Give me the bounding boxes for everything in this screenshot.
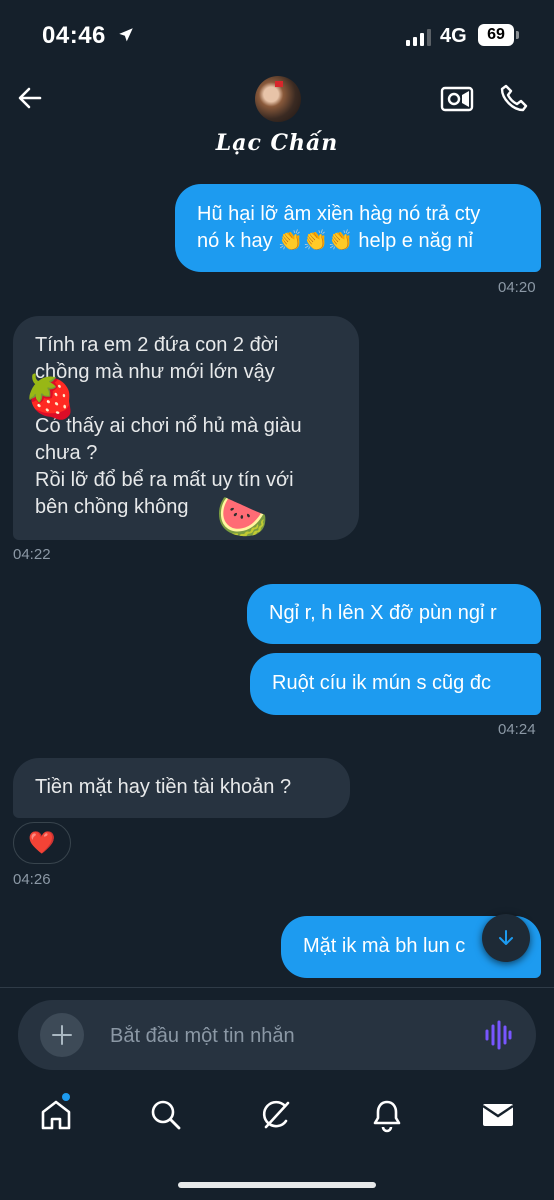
battery-level: 69 <box>478 24 514 46</box>
message-bubble-received[interactable]: Tiền mặt hay tiền tài khoản ? <box>13 758 350 818</box>
home-notification-dot <box>62 1093 70 1101</box>
battery-tip <box>516 31 519 39</box>
message-bubble-sent[interactable]: Hũ hại lỡ âm xiền hàg nó trả cty nó k ha… <box>175 184 541 272</box>
message-line: chưa ? <box>35 442 98 464</box>
notifications-icon[interactable] <box>369 1097 405 1133</box>
messages-icon[interactable] <box>480 1097 516 1133</box>
status-bar: 04:46 4G 69 <box>0 0 554 70</box>
message-timestamp: 04:24 <box>498 721 536 738</box>
message-bubble-sent[interactable]: Ruột cíu ik mún s cũg đc <box>250 653 541 715</box>
phone-call-icon[interactable] <box>498 82 530 114</box>
message-line: Rồi lỡ đổ bể ra mất uy tín với <box>35 469 294 491</box>
message-line: ? <box>35 388 47 410</box>
strawberry-sticker: 🍓 <box>24 373 77 420</box>
add-media-button[interactable] <box>40 1013 84 1057</box>
search-icon[interactable] <box>148 1097 184 1133</box>
contact-avatar[interactable] <box>255 76 301 122</box>
message-timestamp: 04:22 <box>13 546 51 563</box>
home-indicator <box>178 1182 376 1188</box>
voice-message-icon[interactable] <box>484 1019 512 1051</box>
message-line: Tính ra em 2 đứa con 2 đời <box>35 334 279 356</box>
grok-icon[interactable] <box>258 1097 294 1133</box>
scroll-to-bottom-button[interactable] <box>482 914 530 962</box>
home-icon[interactable] <box>38 1097 74 1133</box>
message-line: Tiền mặt hay tiền tài khoản ? <box>35 776 292 798</box>
message-line: bên chồng không <box>35 496 189 518</box>
message-input[interactable] <box>110 1022 450 1050</box>
message-line: nó k hay 👏👏👏 help e năg nỉ <box>197 230 473 252</box>
heart-reaction[interactable]: ❤️ <box>13 822 71 864</box>
message-line: Hũ hại lỡ âm xiền hàg nó trả cty <box>197 203 481 225</box>
conversation-header: Lạc Chấn <box>0 70 554 170</box>
contact-name[interactable]: Lạc Chấn <box>0 130 554 156</box>
network-type: 4G <box>440 25 467 47</box>
message-timestamp: 04:26 <box>13 871 51 888</box>
watermelon-sticker: 🍉 <box>216 493 269 540</box>
signal-icon <box>406 28 431 46</box>
message-line: Ngỉ r, h lên X đỡ pùn ngỉ r <box>269 602 497 624</box>
message-line: Ruột cíu ik mún s cũg đc <box>272 672 491 694</box>
message-bubble-sent[interactable]: Ngỉ r, h lên X đỡ pùn ngỉ r <box>247 584 541 644</box>
status-time: 04:46 <box>42 22 106 49</box>
message-line: Có thấy ai chơi nổ hủ mà giàu <box>35 415 302 437</box>
location-arrow-icon <box>119 28 133 42</box>
video-call-icon[interactable] <box>440 84 474 114</box>
back-arrow-icon[interactable] <box>14 82 46 114</box>
bottom-tab-bar <box>0 1085 554 1155</box>
message-timestamp: 04:20 <box>498 279 536 296</box>
message-composer <box>18 1000 536 1070</box>
composer-divider <box>0 987 554 988</box>
message-line: chồng mà như mới lớn vậy <box>35 361 275 383</box>
arrow-down-icon <box>499 930 513 945</box>
message-bubble-received[interactable]: Tính ra em 2 đứa con 2 đời chồng mà như … <box>13 316 359 540</box>
plus-icon <box>52 1025 72 1045</box>
